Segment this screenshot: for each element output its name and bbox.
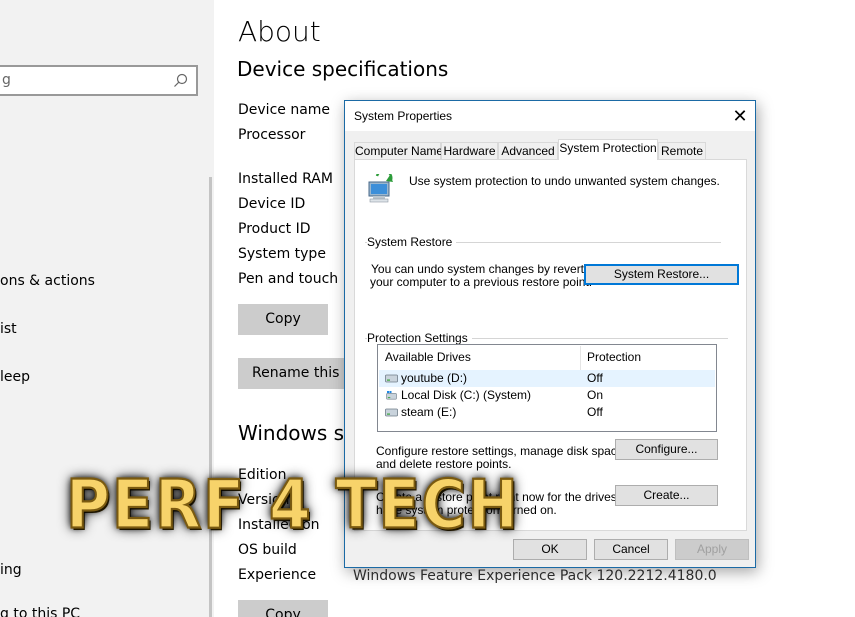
ok-button[interactable]: OK (513, 539, 587, 560)
spec-label-edition: Edition (238, 467, 287, 483)
drive-row-c[interactable]: Local Disk (C:) (System) On (379, 387, 715, 404)
system-properties-dialog: System Properties ✕ Computer Name Hardwa… (344, 100, 756, 568)
sidebar-item-power-sleep[interactable]: leep (0, 369, 30, 385)
sidebar-item-multitasking[interactable]: ing (0, 562, 22, 578)
spec-label-pen-touch: Pen and touch (238, 271, 339, 287)
copy-windows-specs-button[interactable]: Copy (238, 600, 328, 617)
column-available-drives[interactable]: Available Drives (385, 345, 471, 371)
device-specs-title: Device specifications (237, 57, 449, 81)
page-title: About (238, 15, 321, 48)
tab-system-protection[interactable]: System Protection (558, 139, 658, 160)
tab-advanced[interactable]: Advanced (498, 142, 558, 160)
tab-remote[interactable]: Remote (658, 142, 706, 160)
spec-label-product-id: Product ID (238, 221, 311, 237)
drives-list[interactable]: Available Drives Protection youtube (D:)… (377, 344, 717, 432)
spec-label-os-build: OS build (238, 542, 297, 558)
drive-row-d[interactable]: youtube (D:) Off (379, 370, 715, 387)
spec-label-experience: Experience (238, 567, 317, 583)
spec-label-system-type: System type (238, 246, 326, 262)
intro-text: Use system protection to undo unwanted s… (409, 174, 720, 188)
cancel-button[interactable]: Cancel (594, 539, 668, 560)
dialog-title: System Properties (354, 109, 453, 123)
drive-icon (385, 408, 398, 417)
spec-label-device-id: Device ID (238, 196, 306, 212)
tab-hardware[interactable]: Hardware (441, 142, 498, 160)
configure-text-line-2: and delete restore points. (376, 457, 512, 471)
drive-name: youtube (D:) (401, 371, 468, 385)
copy-device-specs-button[interactable]: Copy (238, 304, 328, 335)
restore-group-title: System Restore (367, 235, 457, 249)
spec-label-version: Version (238, 492, 290, 508)
spec-label-installed-on: Installed on (238, 517, 320, 533)
drive-protection: On (587, 388, 604, 402)
drive-name: steam (E:) (401, 405, 457, 419)
system-protection-icon (368, 174, 393, 203)
spec-label-device-name: Device name (238, 102, 331, 118)
experience-value: Windows Feature Experience Pack 120.2212… (353, 568, 717, 584)
apply-button[interactable]: Apply (675, 539, 749, 560)
protection-group-title: Protection Settings (367, 331, 472, 345)
spec-label-processor: Processor (238, 127, 306, 143)
search-placeholder: g (2, 72, 11, 88)
system-restore-button[interactable]: System Restore... (584, 264, 739, 285)
drive-icon (385, 374, 398, 383)
sidebar-item-notifications[interactable]: ons & actions (0, 273, 95, 289)
sidebar-item-focus-assist[interactable]: ist (0, 321, 17, 337)
close-icon[interactable]: ✕ (725, 101, 755, 131)
drive-protection: Off (587, 405, 603, 419)
dialog-titlebar[interactable]: System Properties ✕ (345, 101, 755, 131)
search-icon (174, 73, 188, 87)
create-button[interactable]: Create... (615, 485, 718, 506)
sidebar-item-projecting[interactable]: g to this PC (0, 606, 80, 617)
drive-protection: Off (587, 371, 603, 385)
configure-button[interactable]: Configure... (615, 439, 718, 460)
restore-text-line-2: your computer to a previous restore poin… (370, 275, 593, 289)
tab-computer-name[interactable]: Computer Name (354, 142, 443, 160)
column-separator[interactable] (580, 346, 581, 370)
system-protection-panel: Use system protection to undo unwanted s… (354, 159, 747, 531)
settings-sidebar: g ons & actions ist leep ing g to this P… (0, 0, 214, 617)
spec-label-installed-ram: Installed RAM (238, 171, 333, 187)
system-drive-icon (386, 391, 397, 400)
create-text-line-2: have system protection turned on. (376, 503, 557, 517)
drive-name: Local Disk (C:) (System) (401, 388, 532, 402)
drive-row-e[interactable]: steam (E:) Off (379, 404, 715, 421)
sidebar-scrollbar[interactable] (209, 177, 212, 617)
column-protection[interactable]: Protection (587, 345, 641, 371)
search-input[interactable]: g (0, 65, 198, 96)
